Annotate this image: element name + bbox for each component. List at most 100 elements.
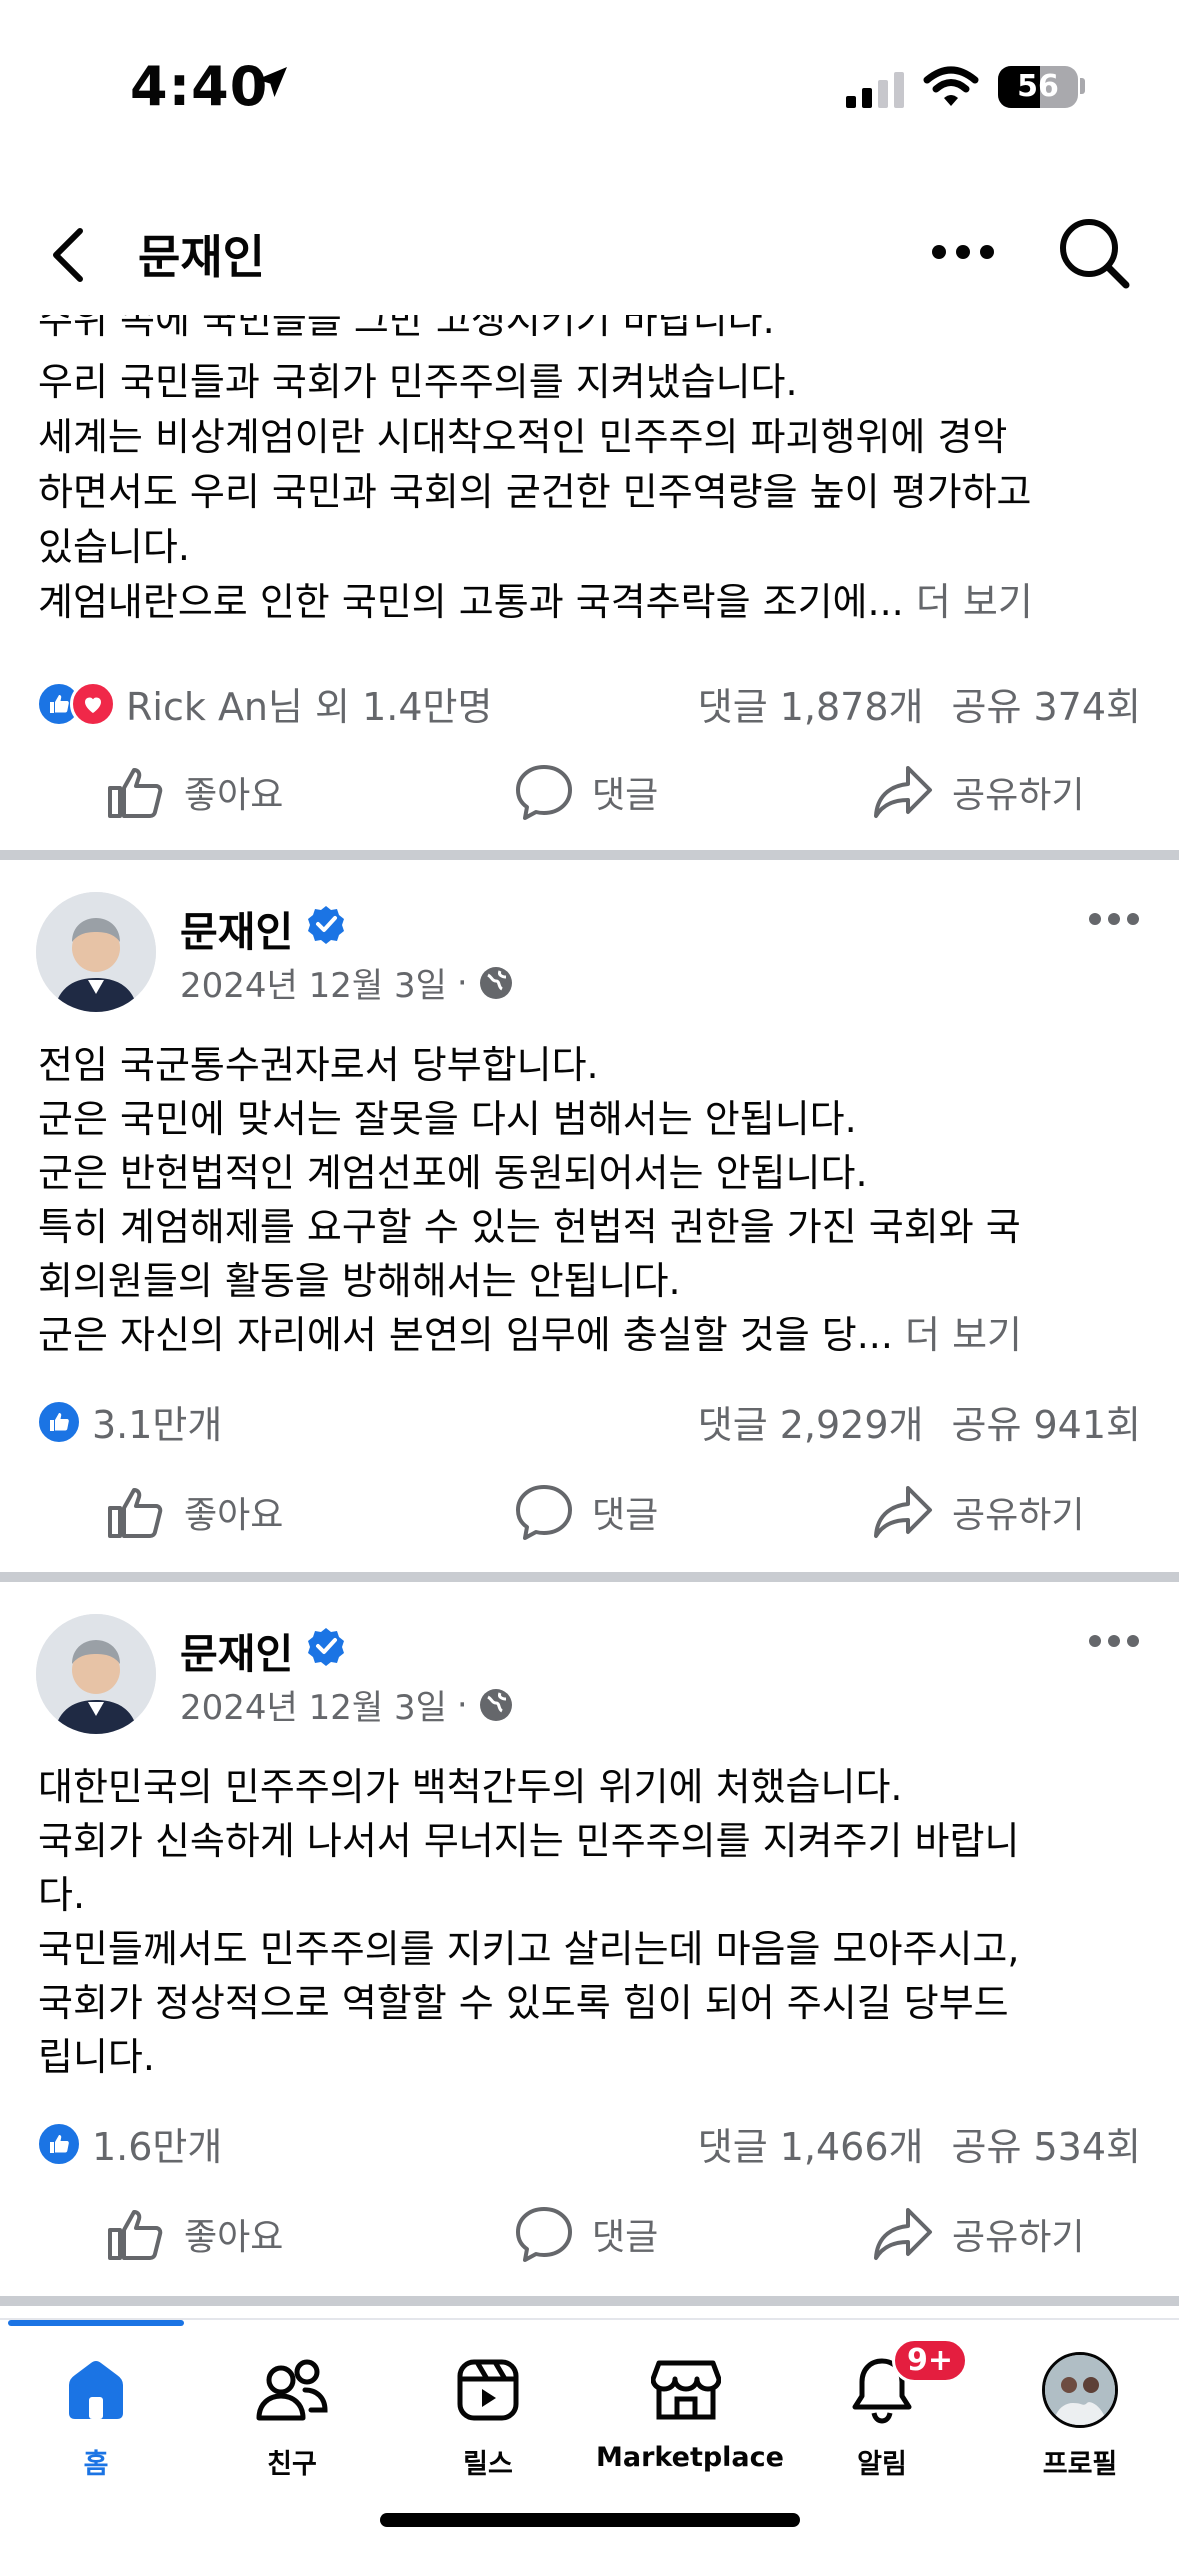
comment-button[interactable]: 댓글 (514, 1472, 658, 1552)
post-text-line: 있습니다. (38, 525, 190, 569)
reactions-count: Rick An님 외 1.4만명 (126, 685, 493, 729)
globe-icon (479, 966, 512, 999)
reaction-summary[interactable]: 3.1만개 (36, 1394, 222, 1449)
globe-icon (479, 1688, 512, 1721)
author-avatar[interactable] (36, 892, 156, 1012)
post-text-line: 하면서도 우리 국민과 국회의 굳건한 민주역량을 높이 평가하고 (38, 470, 1032, 514)
post-card: 문재인 2024년 12월 3일 · 전임 국군통수권자로서 당부합니다. 군은 … (0, 860, 1179, 1572)
post-text: 대한민국의 민주주의가 백척간두의 위기에 처했습니다. 국회가 신속하게 나서… (38, 1760, 1148, 2084)
post-text-line: 세계는 비상계엄이란 시대착오적인 민주주의 파괴행위에 경악 (38, 415, 1008, 459)
post-text-line: 군은 자신의 자리에서 본연의 임무에 충실할 것을 당... (38, 1313, 893, 1357)
more-horizontal-icon[interactable] (1088, 912, 1140, 926)
see-more-link[interactable]: 더 보기 (905, 1313, 1022, 1357)
like-button[interactable]: 좋아요 (106, 2194, 283, 2274)
post-text-line: 국회가 정상적으로 역할할 수 있도록 힘이 되어 주시길 당부드 (38, 1981, 1009, 2025)
share-arrow-icon (874, 1486, 932, 1538)
post-text-line: 특히 계엄해제를 요구할 수 있는 헌법적 권한을 가진 국회와 국 (38, 1205, 1021, 1249)
post-text-line: 립니다. (38, 2035, 155, 2079)
love-reaction-icon (70, 680, 116, 727)
search-icon[interactable] (1056, 215, 1132, 291)
post-actions: 좋아요 댓글 공유하기 (0, 752, 1179, 832)
like-reaction-icon (36, 1398, 82, 1445)
post-actions: 좋아요 댓글 공유하기 (0, 1472, 1179, 1552)
reels-icon (457, 2359, 519, 2421)
post-text-line: 주위 속에 국민들을 그만 고생시키기 바랍니다. (38, 315, 775, 342)
tab-reels[interactable]: 릴스 (398, 2350, 578, 2481)
more-horizontal-icon[interactable] (1088, 1634, 1140, 1648)
page-title: 문재인 (138, 230, 265, 284)
home-indicator (380, 2513, 800, 2527)
reaction-summary[interactable]: Rick An님 외 1.4만명 (36, 676, 492, 731)
author-name[interactable]: 문재인 (180, 1620, 293, 1680)
like-reaction-icon (36, 2120, 82, 2167)
wifi-icon (923, 66, 979, 106)
top-navigation: 문재인 (0, 195, 1179, 315)
shares-count[interactable]: 공유 534회 (952, 2125, 1142, 2169)
comment-button[interactable]: 댓글 (514, 2194, 658, 2274)
share-arrow-icon (874, 2208, 932, 2260)
post-text-line: 군은 국민에 맞서는 잘못을 다시 범해서는 안됩니다. (38, 1097, 857, 1141)
tab-friends[interactable]: 친구 (202, 2350, 382, 2481)
post-text-line: 다. (38, 1873, 86, 1917)
tab-profile[interactable]: 프로필 (990, 2350, 1170, 2481)
comment-bubble-icon (516, 1485, 572, 1540)
post-text-line: 회의원들의 활동을 방해해서는 안됩니다. (38, 1259, 681, 1303)
thumbs-up-icon (108, 768, 163, 818)
comments-count[interactable]: 댓글 1,466개 (698, 2125, 924, 2169)
share-button[interactable]: 공유하기 (872, 752, 1084, 832)
tab-marketplace[interactable]: Marketplace (596, 2350, 784, 2473)
author-name[interactable]: 문재인 (180, 898, 293, 958)
verified-badge-icon (308, 1628, 344, 1666)
status-bar: 4:40 56 (0, 0, 1179, 150)
cellular-signal-icon (846, 72, 904, 108)
friends-icon (256, 2359, 328, 2421)
post-date: 2024년 12월 3일 · (180, 958, 514, 1007)
status-time: 4:40 (130, 55, 269, 118)
thumbs-up-icon (108, 1488, 163, 1538)
share-button[interactable]: 공유하기 (872, 1472, 1084, 1552)
post-separator (0, 850, 1179, 860)
location-arrow-icon (257, 67, 287, 97)
battery-indicator: 56 (998, 66, 1078, 108)
notifications-badge: 9+ (892, 2338, 969, 2383)
comments-count[interactable]: 댓글 2,929개 (698, 1403, 924, 1447)
post-text-line: 대한민국의 민주주의가 백척간두의 위기에 처했습니다. (38, 1765, 903, 1809)
thumbs-up-icon (108, 2210, 163, 2260)
home-icon (69, 2361, 123, 2419)
post-text-line: 계엄내란으로 인한 국민의 고통과 국격추락을 조기에... (38, 580, 904, 624)
tab-notifications[interactable]: 9+ 알림 (792, 2338, 972, 2481)
post-text-line: 전임 국군통수권자로서 당부합니다. (38, 1043, 599, 1087)
post-card: 문재인 2024년 12월 3일 · 대한민국의 민주주의가 백척간두의 위기에 … (0, 1582, 1179, 2302)
post-text-line: 국민들께서도 민주주의를 지키고 살리는데 마음을 모아주시고, (38, 1927, 1020, 1971)
share-button[interactable]: 공유하기 (872, 2194, 1084, 2274)
post-text-line: 군은 반헌법적인 계엄선포에 동원되어서는 안됩니다. (38, 1151, 868, 1195)
post-stats: 1.6만개 댓글 1,466개 공유 534회 (0, 2108, 1179, 2171)
post-text: 주위 속에 국민들을 그만 고생시키기 바랍니다. 우리 국민들과 국회가 민주… (38, 315, 1148, 630)
post-text-line: 국회가 신속하게 나서서 무너지는 민주주의를 지켜주기 바랍니 (38, 1819, 1020, 1863)
reactions-count: 3.1만개 (92, 1403, 223, 1447)
post-text-line: 우리 국민들과 국회가 민주주의를 지켜냈습니다. (38, 360, 798, 404)
comment-button[interactable]: 댓글 (514, 752, 658, 832)
post-date: 2024년 12월 3일 · (180, 1680, 514, 1729)
like-button[interactable]: 좋아요 (106, 1472, 283, 1552)
comment-bubble-icon (516, 765, 572, 820)
post-stats: Rick An님 외 1.4만명 댓글 1,878개 공유 374회 (0, 668, 1179, 731)
reaction-summary[interactable]: 1.6만개 (36, 2116, 222, 2171)
shares-count[interactable]: 공유 374회 (952, 685, 1142, 729)
comment-bubble-icon (516, 2207, 572, 2262)
comments-count[interactable]: 댓글 1,878개 (698, 685, 924, 729)
post-actions: 좋아요 댓글 공유하기 (0, 2194, 1179, 2274)
see-more-link[interactable]: 더 보기 (916, 580, 1033, 624)
author-avatar[interactable] (36, 1614, 156, 1734)
like-button[interactable]: 좋아요 (106, 752, 283, 832)
more-horizontal-icon[interactable] (930, 243, 996, 261)
tab-home[interactable]: 홈 (6, 2350, 186, 2481)
reactions-count: 1.6만개 (92, 2125, 223, 2169)
verified-badge-icon (308, 906, 344, 944)
profile-avatar (1042, 2352, 1118, 2428)
chevron-left-icon[interactable] (42, 223, 92, 287)
post-text: 전임 국군통수권자로서 당부합니다. 군은 국민에 맞서는 잘못을 다시 범해서… (38, 1038, 1148, 1362)
post-separator (0, 1572, 1179, 1582)
shares-count[interactable]: 공유 941회 (952, 1403, 1142, 1447)
battery-level: 56 (1017, 69, 1059, 104)
